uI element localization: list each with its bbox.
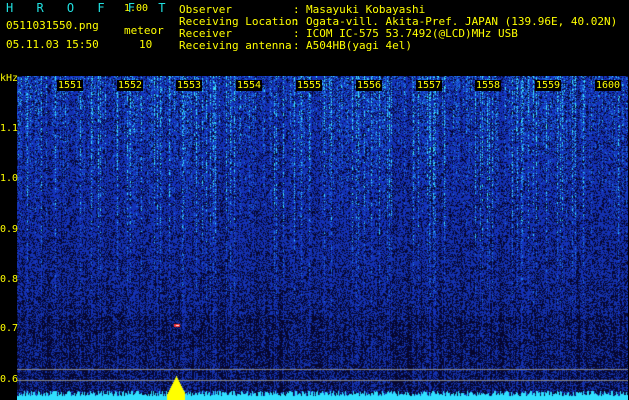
app-version: 1.00: [124, 3, 149, 14]
detection-type-label: meteor: [124, 24, 164, 37]
antenna-value: A504HB(yagi 4el): [306, 39, 412, 52]
x-tick-label: 1558: [475, 80, 502, 91]
x-tick-label: 1559: [535, 80, 562, 91]
y-tick-label: 0.9: [0, 224, 19, 235]
y-tick-label: 0.8: [0, 274, 19, 285]
x-tick-label: 1551: [57, 80, 84, 91]
antenna-separator: :: [293, 39, 300, 52]
y-tick-label: 0.7: [0, 323, 19, 334]
app-title: H R O F F T: [6, 1, 174, 15]
x-tick-label: 1555: [296, 80, 323, 91]
spectrogram-canvas: [17, 76, 628, 400]
y-tick-label: 1.0: [0, 173, 19, 184]
x-tick-label: 1600: [595, 80, 622, 91]
meteor-count: 10: [139, 38, 153, 51]
observation-datetime: 05.11.03 15:50: [6, 38, 99, 51]
y-tick-label: 0.6: [0, 374, 19, 385]
x-tick-label: 1556: [356, 80, 383, 91]
header-panel: H R O F F T 1.00 0511031550.png meteor 0…: [0, 0, 629, 75]
antenna-label: Receiving antenna: [179, 39, 292, 52]
x-tick-label: 1554: [236, 80, 263, 91]
y-axis-unit: kHz: [0, 73, 19, 84]
x-tick-label: 1553: [176, 80, 203, 91]
image-filename: 0511031550.png: [6, 19, 99, 32]
x-tick-label: 1557: [416, 80, 443, 91]
x-tick-label: 1552: [117, 80, 144, 91]
y-tick-label: 1.1: [0, 123, 19, 134]
